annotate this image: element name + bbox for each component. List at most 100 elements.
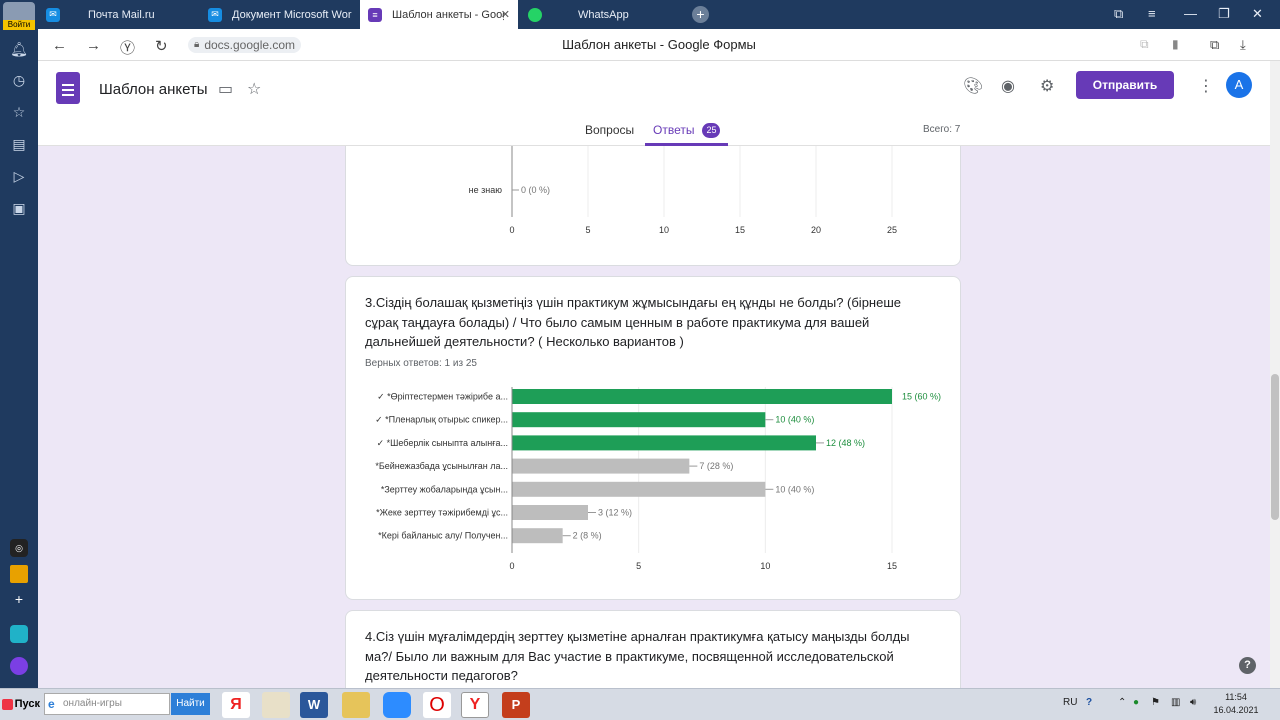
word-icon: ✉ bbox=[208, 7, 222, 22]
windows-logo-icon bbox=[2, 699, 13, 710]
more-menu-icon[interactable]: ⋮ bbox=[1198, 76, 1214, 96]
tab-answers-label: Ответы bbox=[653, 123, 695, 137]
tray-app-icon[interactable]: ● bbox=[1133, 697, 1139, 708]
star-icon[interactable]: ☆ bbox=[247, 79, 261, 99]
powerpoint-icon[interactable]: P bbox=[502, 692, 530, 718]
responses-content: не знаю 0 (0 %) 0 5 10 15 20 25 3.Сіздің бола… bbox=[38, 146, 1270, 688]
send-button[interactable]: Отправить bbox=[1076, 71, 1174, 99]
chart-data-label: 2 (8 %) bbox=[573, 531, 602, 541]
help-tray-icon[interactable]: ? bbox=[1086, 697, 1092, 708]
tray-expand-icon[interactable]: ⌃ bbox=[1118, 697, 1126, 708]
chart-data-label: 12 (48 %) bbox=[826, 438, 865, 448]
word-app-icon[interactable]: W bbox=[300, 692, 328, 718]
network-icon[interactable]: ▥ bbox=[1171, 697, 1180, 708]
chart-data-label: 10 (40 %) bbox=[775, 484, 814, 494]
language-indicator[interactable]: RU bbox=[1063, 697, 1077, 708]
correct-answers-text: Верных ответов: 1 из 25 bbox=[365, 358, 477, 369]
restore-icon[interactable]: ❐ bbox=[1218, 6, 1230, 22]
close-icon[interactable]: ✕ bbox=[501, 8, 510, 21]
chart-bar bbox=[512, 528, 563, 544]
alice-icon[interactable] bbox=[10, 657, 28, 675]
bell-icon[interactable]: 🔔︎ bbox=[10, 40, 28, 58]
bar-chart: ✓ *Өріптестермен тәжірибе а... 15 (60 %) ✓… bbox=[375, 387, 941, 571]
flag-icon[interactable]: ⚑ bbox=[1151, 697, 1160, 708]
chart-bar bbox=[512, 481, 766, 497]
avatar[interactable]: A bbox=[1226, 72, 1252, 98]
tab-answers[interactable]: Ответы 25 bbox=[653, 123, 721, 138]
chart-tick-label: 10 bbox=[760, 561, 770, 571]
reader-icon[interactable]: ⧉ bbox=[1140, 37, 1149, 52]
browser-sidebar: Войти 🔔︎ ◷ ☆ ▤ ▷ ▣ ◎ + bbox=[0, 0, 38, 688]
mail-app-icon[interactable] bbox=[10, 565, 28, 583]
login-label[interactable]: Войти bbox=[3, 20, 35, 30]
help-icon[interactable]: ? bbox=[1239, 657, 1256, 674]
start-label: Пуск bbox=[14, 698, 40, 710]
yandex-browser-icon[interactable]: Я bbox=[222, 692, 250, 718]
chart-tick-label: 25 bbox=[887, 225, 897, 235]
clock[interactable]: 11:54 16.04.2021 bbox=[1212, 691, 1260, 717]
palette-icon[interactable]: 🎨︎ bbox=[963, 76, 983, 96]
ie-icon: e bbox=[48, 697, 55, 711]
window-close-icon[interactable]: ✕ bbox=[1252, 6, 1263, 22]
bookmark-icon[interactable]: ▮ bbox=[1172, 37, 1179, 51]
chart-data-label: 0 (0 %) bbox=[521, 185, 550, 195]
menu-icon[interactable]: ≡ bbox=[1148, 6, 1156, 21]
question-card-4: 4.Сіз үшін мұғалімдердің зерттеу қызметі… bbox=[345, 610, 961, 688]
chart-tick-label: 10 bbox=[659, 225, 669, 235]
tab-mail[interactable]: ✉ Почта Mail.ru bbox=[38, 0, 198, 29]
explorer-icon[interactable] bbox=[342, 692, 370, 718]
volume-icon[interactable]: 🔊︎ bbox=[1190, 697, 1196, 708]
vertical-scrollbar[interactable] bbox=[1270, 61, 1280, 688]
chart-tick-label: 5 bbox=[636, 561, 641, 571]
apps-icon[interactable]: ▣ bbox=[10, 199, 28, 217]
opera-icon[interactable]: O bbox=[423, 692, 451, 718]
scrollbar-thumb[interactable] bbox=[1271, 374, 1279, 520]
find-button[interactable]: Найти bbox=[171, 693, 210, 715]
answers-count-badge: 25 bbox=[702, 123, 721, 138]
collections-icon[interactable]: ⧉ bbox=[1210, 37, 1219, 53]
chart-category-label: *Зерттеу жобаларында ұсын... bbox=[381, 484, 508, 494]
yandex-icon[interactable]: Y bbox=[461, 692, 489, 718]
form-title[interactable]: Шаблон анкеты bbox=[99, 81, 208, 98]
alice-app-icon[interactable]: ◎ bbox=[10, 539, 28, 557]
chart-category-label: ✓ *Шеберлік сыныпта алынға... bbox=[377, 438, 508, 448]
messenger-app-icon[interactable] bbox=[10, 625, 28, 643]
download-icon[interactable]: ⤓ bbox=[1240, 37, 1246, 53]
media-player-icon[interactable] bbox=[262, 692, 290, 718]
minimize-icon[interactable]: — bbox=[1184, 6, 1197, 21]
chart-bar bbox=[512, 505, 588, 520]
tabs-menu-icon[interactable]: ⧉ bbox=[1114, 6, 1123, 22]
tab-whatsapp[interactable]: WhatsApp bbox=[520, 0, 680, 29]
chart-category-label: ✓ *Өріптестермен тәжірибе а... bbox=[377, 392, 508, 402]
chart-tick-label: 20 bbox=[811, 225, 821, 235]
play-icon[interactable]: ▷ bbox=[10, 167, 28, 185]
clock-time: 11:54 bbox=[1225, 692, 1247, 702]
question-card-2: не знаю 0 (0 %) 0 5 10 15 20 25 bbox=[345, 146, 961, 266]
tab-label: Шаблон анкеты - Goog bbox=[392, 8, 504, 21]
star-icon[interactable]: ☆ bbox=[10, 103, 28, 121]
forms-icon: ≡ bbox=[368, 7, 382, 22]
chart-data-label: 10 (40 %) bbox=[775, 415, 814, 425]
chart-tick-label: 0 bbox=[509, 225, 514, 235]
zoom-icon[interactable] bbox=[383, 692, 411, 718]
tab-word[interactable]: ✉ Документ Microsoft Word... bbox=[200, 0, 358, 29]
clock-date: 16.04.2021 bbox=[1213, 705, 1259, 715]
chart-category-label: *Кері байланыс алу/ Получен... bbox=[378, 531, 508, 541]
collections-icon[interactable]: ▤ bbox=[10, 135, 28, 153]
tab-questions[interactable]: Вопросы bbox=[585, 123, 634, 137]
chart-bar bbox=[512, 389, 892, 404]
taskbar-search-input[interactable]: e онлайн-игры bbox=[44, 693, 170, 715]
preview-eye-icon[interactable]: ◉ bbox=[1001, 76, 1015, 96]
add-app-icon[interactable]: + bbox=[10, 590, 28, 608]
history-icon[interactable]: ◷ bbox=[10, 71, 28, 89]
folder-icon[interactable]: ▭ bbox=[218, 79, 233, 99]
start-button[interactable]: Пуск bbox=[2, 693, 40, 716]
chart-category-label: ✓ *Пленарлық отырыс спикер... bbox=[375, 415, 508, 425]
page-title: Шаблон анкеты - Google Формы bbox=[562, 37, 756, 52]
tab-forms[interactable]: ≡ Шаблон анкеты - Goog ✕ bbox=[360, 0, 518, 29]
chart-category-label: не знаю bbox=[469, 185, 503, 195]
new-tab-button[interactable]: + bbox=[692, 6, 709, 23]
tab-label: WhatsApp bbox=[578, 8, 629, 21]
forms-logo-icon[interactable] bbox=[56, 72, 80, 104]
settings-gear-icon[interactable]: ⚙ bbox=[1040, 76, 1054, 96]
